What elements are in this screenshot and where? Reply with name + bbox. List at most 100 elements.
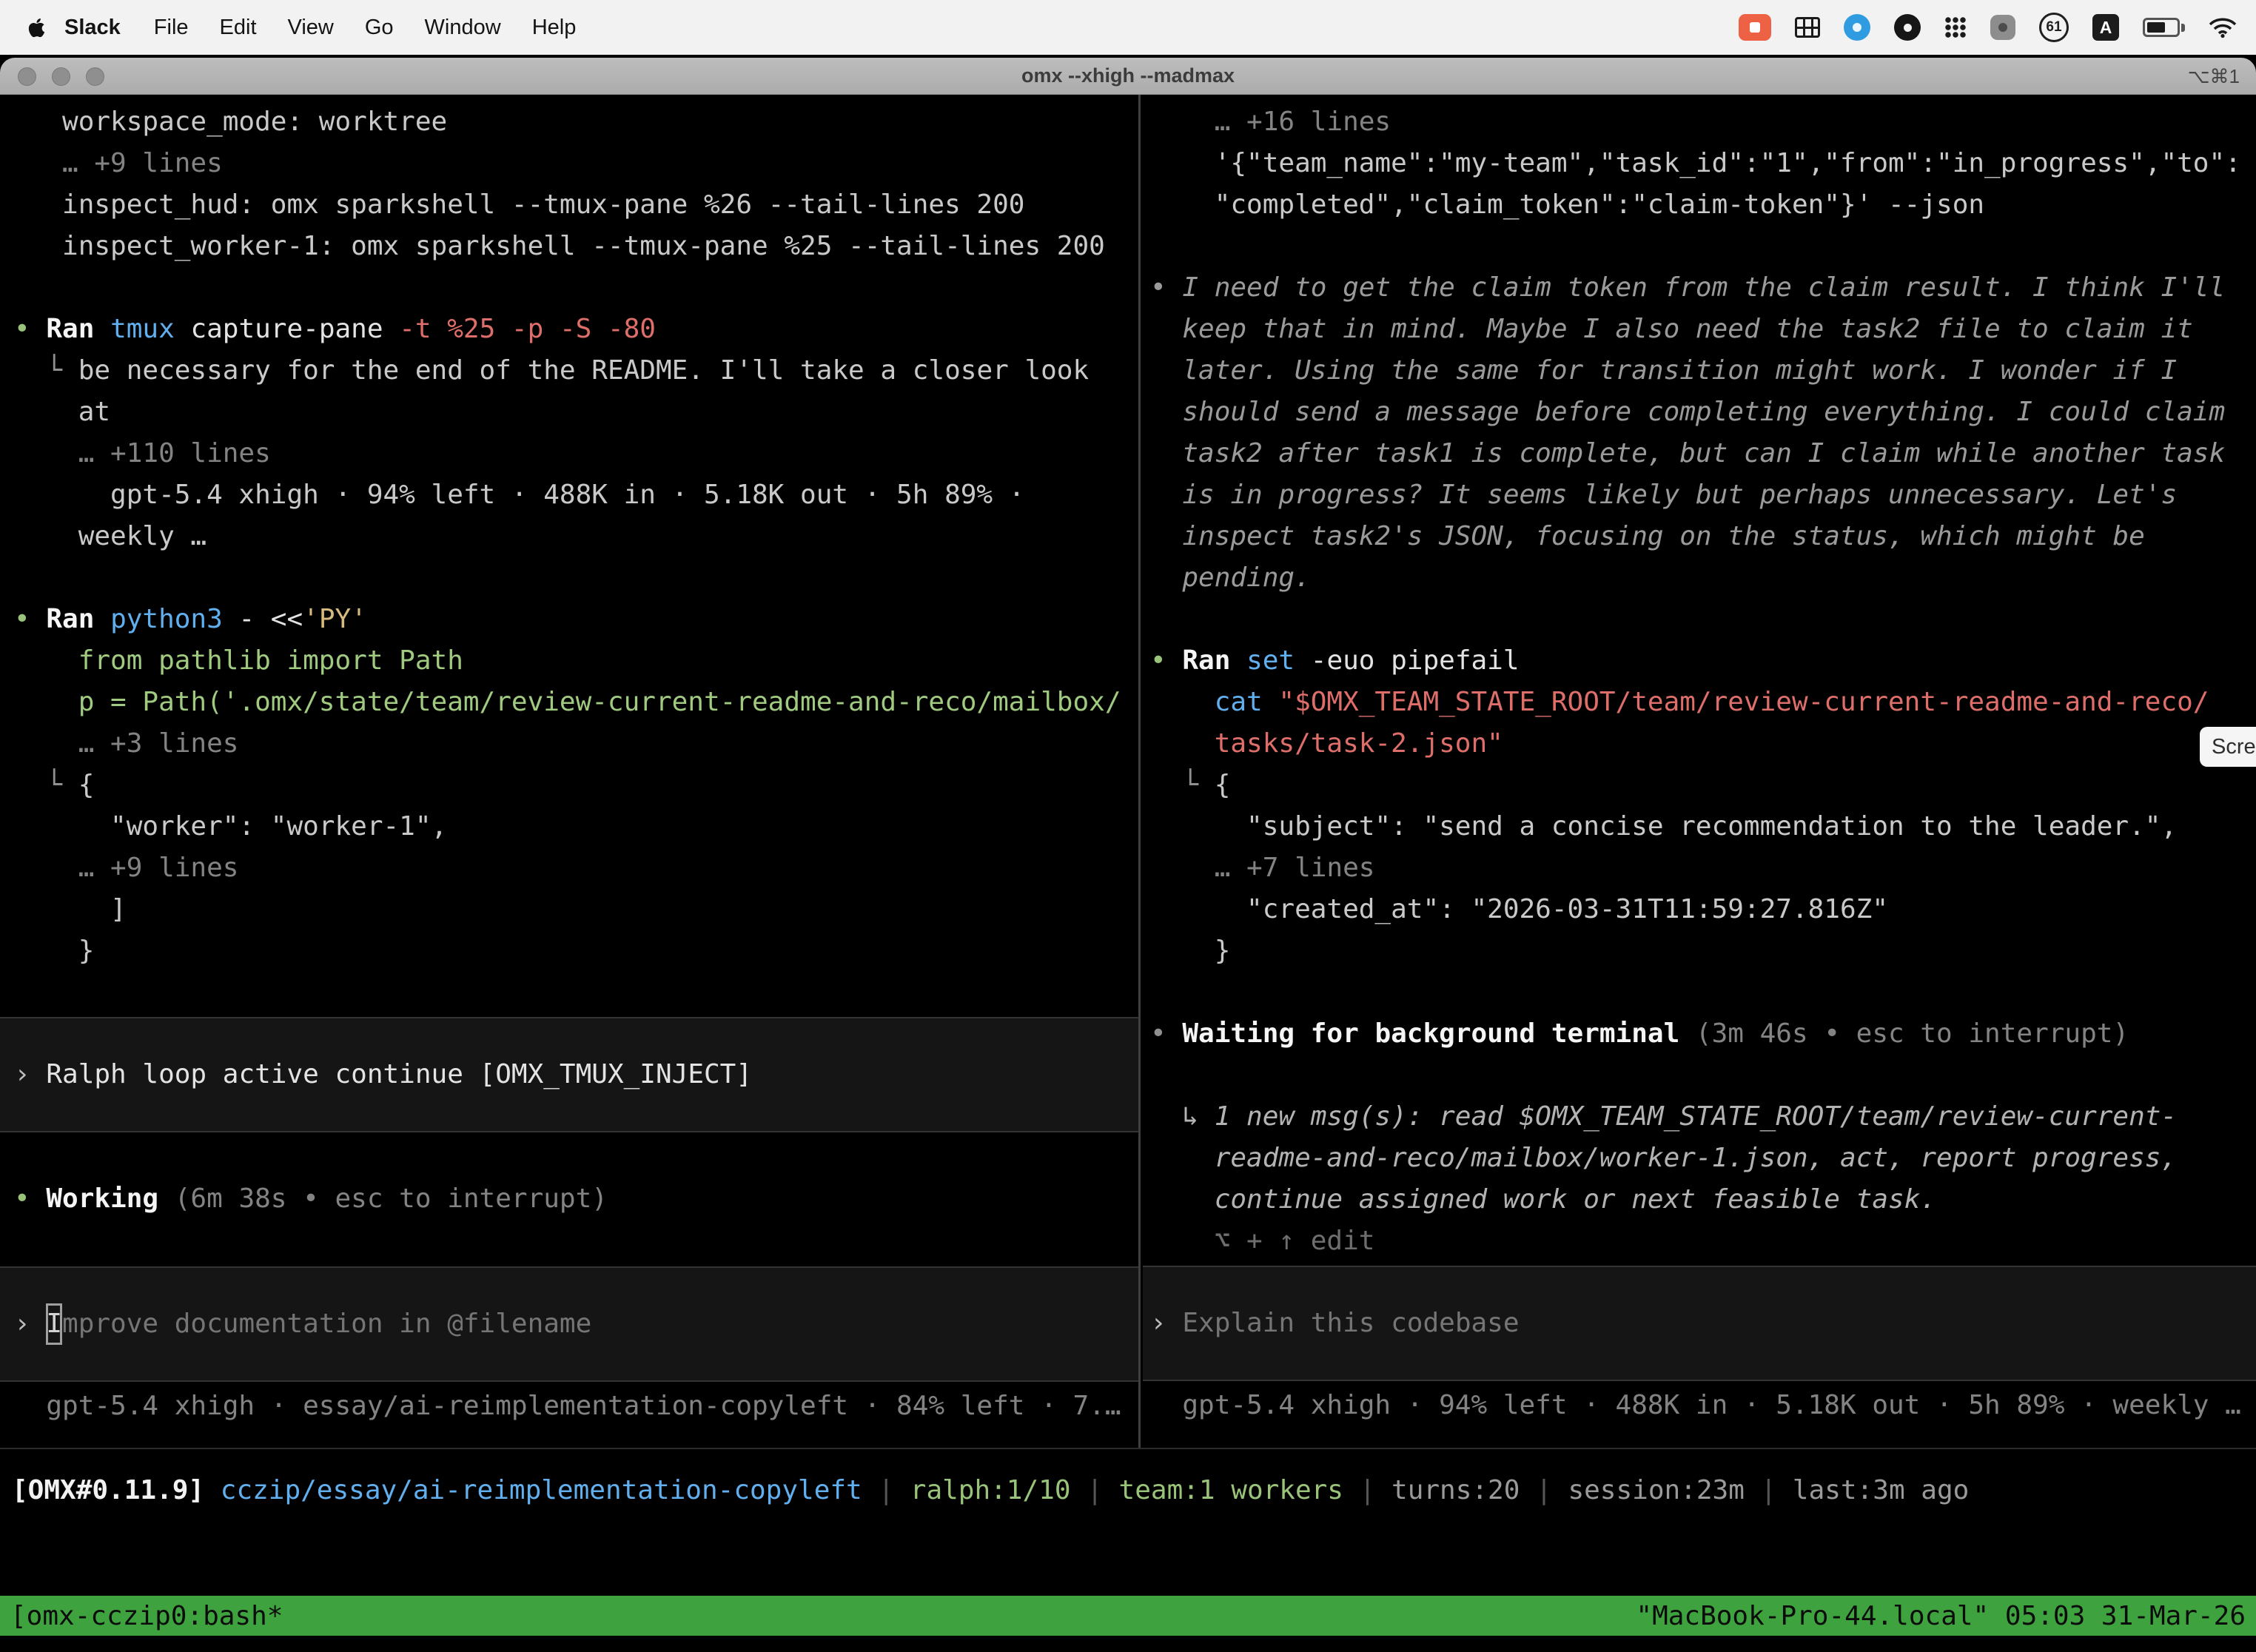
window-title: omx --xhigh --madmax xyxy=(1021,64,1235,87)
text-segment: later. Using the same for transition mig… xyxy=(1150,355,2177,386)
terminal-line: • Waiting for background terminal (3m 46… xyxy=(1143,1013,2256,1055)
terminal-line: gpt-5.4 xhigh · 94% left · 488K in · 5.1… xyxy=(1143,1385,2256,1426)
menu-item-file[interactable]: File xyxy=(138,16,204,39)
battery-icon[interactable] xyxy=(2143,18,2185,37)
text-segment: Waiting for background terminal xyxy=(1182,1018,1696,1049)
menu-bar-status-icons: 61 A xyxy=(1739,0,2256,55)
terminal-line: gpt-5.4 xhigh · essay/ai-reimplementatio… xyxy=(0,1386,1138,1427)
terminal-line: … +110 lines xyxy=(0,433,1138,474)
icon-core xyxy=(1998,23,2007,32)
terminal-line: inspect_hud: omx sparkshell --tmux-pane … xyxy=(0,184,1138,226)
terminal-line: ↳ 1 new msg(s): read $OMX_TEAM_STATE_ROO… xyxy=(1143,1096,2256,1138)
keyboard-input-icon[interactable]: A xyxy=(2092,14,2119,41)
wifi-icon[interactable] xyxy=(2209,16,2237,38)
menu-item-edit[interactable]: Edit xyxy=(204,16,272,39)
text-segment: … +16 lines xyxy=(1150,107,1391,137)
terminal-line: pending. xyxy=(1143,557,2256,599)
terminal-line: readme-and-reco/mailbox/worker-1.json, a… xyxy=(1143,1138,2256,1179)
terminal-line: keep that in mind. Maybe I also need the… xyxy=(1143,309,2256,350)
window-title-bar[interactable]: omx --xhigh --madmax ⌥⌘1 xyxy=(0,58,2256,95)
close-button[interactable] xyxy=(18,67,36,86)
text-segment: p = Path('.omx/state/team/review-current… xyxy=(14,687,1121,717)
text-segment: (6m 38s • esc to interrupt) xyxy=(175,1183,608,1214)
terminal-line: … +7 lines xyxy=(1143,847,2256,889)
tmux-right-pane[interactable]: … +16 lines '{"team_name":"my-team","tas… xyxy=(1143,95,2256,1652)
battery-fill xyxy=(2147,22,2165,33)
text-segment: "$OMX_TEAM_STATE_ROOT/team/review-curren… xyxy=(1278,687,2209,717)
text-segment: › xyxy=(14,1059,46,1089)
text-segment: continue assigned work or next feasible … xyxy=(1150,1184,1936,1215)
dark-app-icon[interactable] xyxy=(1894,14,1921,41)
text-segment: ↳ 1 new msg(s): read $OMX_TEAM_STATE_ROO… xyxy=(1150,1101,2177,1132)
composer-input[interactable]: › Explain this codebase xyxy=(1143,1266,2256,1381)
text-segment: … +9 lines xyxy=(14,148,223,178)
text-segment: { xyxy=(78,770,95,800)
text-segment: | xyxy=(878,1475,910,1505)
terminal-line: … +9 lines xyxy=(0,847,1138,889)
tmux-left-pane[interactable]: workspace_mode: worktree … +9 lines insp… xyxy=(0,95,1138,1652)
text-segment: workspace_mode: worktree xyxy=(14,107,447,137)
terminal-line: • I need to get the claim token from the… xyxy=(1143,267,2256,309)
blue-app-icon[interactable] xyxy=(1844,14,1870,41)
text-segment: gpt-5.4 xhigh · essay/ai-reimplementatio… xyxy=(14,1391,1121,1421)
terminal-line xyxy=(0,972,1138,1013)
terminal-line: should send a message before completing … xyxy=(1143,392,2256,433)
app-menu-title[interactable]: Slack xyxy=(64,16,138,40)
text-segment: } xyxy=(1150,936,1230,966)
terminal-line: inspect task2's JSON, focusing on the st… xyxy=(1143,516,2256,557)
text-segment: capture-pane xyxy=(190,314,399,344)
menu-item-go[interactable]: Go xyxy=(349,16,409,39)
terminal-line: p = Path('.omx/state/team/review-current… xyxy=(0,682,1138,723)
terminal-line: inspect_worker-1: omx sparkshell --tmux-… xyxy=(0,226,1138,267)
text-segment: cczip/essay/ai-reimplementation-copyleft xyxy=(221,1475,879,1505)
text-segment: Working xyxy=(46,1183,174,1214)
terminal-line: weekly … xyxy=(0,516,1138,557)
icon-core xyxy=(1853,23,1861,32)
zoom-button[interactable] xyxy=(86,67,104,86)
traffic-lights xyxy=(18,58,104,95)
terminal-line: … +3 lines xyxy=(0,723,1138,765)
icon-core xyxy=(1904,24,1912,32)
text-segment: gpt-5.4 xhigh · 94% left · 488K in · 5.1… xyxy=(14,480,1024,510)
minimize-button[interactable] xyxy=(52,67,70,86)
text-segment: • xyxy=(1150,1018,1182,1049)
terminal-line: › Improve documentation in @filename xyxy=(0,1303,1138,1345)
terminal-line: at xyxy=(0,392,1138,433)
text-segment: cat xyxy=(1150,687,1278,717)
app-grid-icon[interactable] xyxy=(1795,17,1820,38)
tmux-pane-divider xyxy=(1138,95,1141,1448)
app-launcher-dots-icon[interactable] xyxy=(1944,16,1967,38)
text-segment: Ran xyxy=(1182,645,1246,676)
composer-input[interactable]: › Improve documentation in @filename xyxy=(0,1266,1138,1382)
terminal-line xyxy=(1143,599,2256,640)
menu-item-window[interactable]: Window xyxy=(409,16,517,39)
text-segment: Ran xyxy=(46,314,110,344)
text-segment: -t %25 -p -S -80 xyxy=(399,314,656,344)
text-segment: • I need to get the claim token from the… xyxy=(1150,272,2225,303)
tmux-status-bar: [omx-cczip0:bash* "MacBook-Pro-44.local"… xyxy=(0,1596,2256,1636)
text-segment: should send a message before completing … xyxy=(1150,397,2225,427)
screen-recording-indicator-icon[interactable] xyxy=(1739,14,1771,41)
text-segment: • xyxy=(14,604,46,634)
text-segment: ] xyxy=(14,894,127,924)
text-segment: › xyxy=(1150,1308,1182,1338)
terminal-line: "worker": "worker-1", xyxy=(0,806,1138,847)
text-segment: set xyxy=(1246,645,1311,676)
text-segment: … +3 lines xyxy=(14,728,238,759)
text-segment: '{"team_name":"my-team","task_id":"1","f… xyxy=(1150,148,2241,178)
menu-item-view[interactable]: View xyxy=(272,16,349,39)
text-segment: be necessary for the end of the README. … xyxy=(78,355,1089,386)
menu-item-help[interactable]: Help xyxy=(517,16,592,39)
text-segment: | xyxy=(1087,1475,1118,1505)
text-segment: { xyxy=(1215,770,1231,800)
utility-app-icon[interactable] xyxy=(1990,15,2015,40)
apple-menu-icon[interactable] xyxy=(21,17,64,38)
text-segment: … +9 lines xyxy=(14,853,238,883)
text-segment: … +7 lines xyxy=(1150,853,1374,883)
text-segment: gpt-5.4 xhigh · 94% left · 488K in · 5.1… xyxy=(1150,1390,2241,1420)
stat-badge-icon[interactable]: 61 xyxy=(2039,13,2069,42)
tmux-host-clock: "MacBook-Pro-44.local" 05:03 31-Mar-26 xyxy=(1636,1601,2246,1631)
terminal-line: • Ran set -euo pipefail xyxy=(1143,640,2256,682)
terminal-line: … +16 lines xyxy=(1143,101,2256,143)
terminal-line xyxy=(1143,226,2256,267)
